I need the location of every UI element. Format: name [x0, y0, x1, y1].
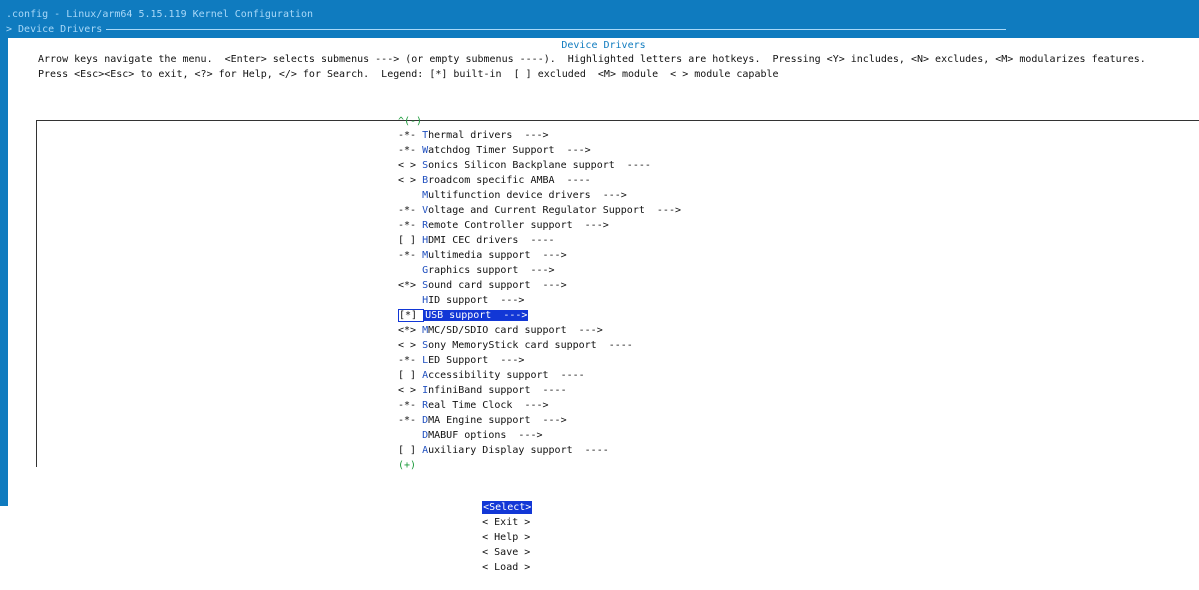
terminal-background: .config - Linux/arm64 5.15.119 Kernel Co… [0, 0, 1199, 573]
menu-item[interactable]: [ ] Auxiliary Display support ---- [398, 443, 681, 458]
select-button[interactable]: <Select> [482, 501, 533, 514]
menu-item-label: raphics support ---> [428, 265, 555, 276]
menu-item-state: <*> [398, 280, 423, 291]
menu-item-state: [*] [398, 309, 425, 322]
menu-item-label: ID support ---> [428, 295, 525, 306]
menu-item-state: < > [398, 385, 423, 396]
save-button[interactable]: < Save > [482, 547, 530, 558]
menu-item[interactable]: -*- Remote Controller support ---> [398, 218, 681, 233]
menu-item-label: eal Time Clock ---> [428, 400, 549, 411]
menu-item[interactable]: <*> MMC/SD/SDIO card support ---> [398, 323, 681, 338]
breadcrumb-label: > Device Drivers [6, 24, 103, 35]
menu-item-label: MC/SD/SDIO card support ---> [428, 325, 603, 336]
menu-item-label: onics Silicon Backplane support ---- [428, 160, 651, 171]
menu-item-state: -*- [398, 400, 423, 411]
menu-item[interactable]: < > Broadcom specific AMBA ---- [398, 173, 681, 188]
menu-item-state: [ ] [398, 370, 423, 381]
menu-item[interactable]: [ ] Accessibility support ---- [398, 368, 681, 383]
menu-item-state: -*- [398, 130, 423, 141]
menu-item-label: ED Support ---> [428, 355, 525, 366]
menu-item[interactable]: -*- Multimedia support ---> [398, 248, 681, 263]
menu-item-label: ultimedia support ---> [428, 250, 567, 261]
menu-item[interactable]: -*- LED Support ---> [398, 353, 681, 368]
menu-item[interactable]: -*- Real Time Clock ---> [398, 398, 681, 413]
breadcrumb: > Device Drivers [6, 22, 1186, 37]
menu-item-label: SB support ---> [431, 310, 528, 321]
menu-item-label: nfiniBand support ---- [428, 385, 567, 396]
menu-item[interactable]: [ ] HDMI CEC drivers ---- [398, 233, 681, 248]
menu-item-label: ony MemoryStick card support ---- [428, 340, 633, 351]
menu-item-label: ultifunction device drivers ---> [428, 190, 627, 201]
menu-list: -*- Thermal drivers ---> -*- Watchdog Tim… [398, 128, 681, 458]
menu-item-state: -*- [398, 250, 423, 261]
menu-item-label: ccessibility support ---- [428, 370, 585, 381]
menu-item-state: -*- [398, 415, 423, 426]
scroll-up-indicator[interactable]: ^(-) [398, 114, 422, 129]
help-text-line-2: Press <Esc><Esc> to exit, <?> for Help, … [38, 69, 779, 80]
help-button[interactable]: < Help > [482, 532, 530, 543]
menu-item-label: atchdog Timer Support ---> [428, 145, 591, 156]
device-drivers-dialog: Device Drivers Arrow keys navigate the m… [8, 38, 1199, 573]
menu-item-state [398, 295, 422, 306]
menu-item-label: roadcom specific AMBA ---- [428, 175, 591, 186]
menu-item-state: < > [398, 340, 423, 351]
scroll-down-indicator[interactable]: (+) [398, 458, 416, 473]
menu-item[interactable]: < > InfiniBand support ---- [398, 383, 681, 398]
menu-item-label: oltage and Current Regulator Support ---… [428, 205, 681, 216]
load-button[interactable]: < Load > [482, 562, 530, 573]
menu-item-highlight: USB support ---> [424, 310, 529, 321]
menu-item-label: emote Controller support ---> [428, 220, 609, 231]
menu-item[interactable]: Graphics support ---> [398, 263, 681, 278]
menu-item-state: [ ] [398, 445, 423, 456]
menu-item-label: hermal drivers ---> [428, 130, 549, 141]
exit-button[interactable]: < Exit > [482, 517, 530, 528]
menu-item-label: ound card support ---> [428, 280, 567, 291]
menu-item-state: -*- [398, 220, 423, 231]
menu-item-label: DMI CEC drivers ---- [428, 235, 555, 246]
help-text-line-1: Arrow keys navigate the menu. <Enter> se… [38, 54, 1146, 65]
menu-item[interactable]: Multifunction device drivers ---> [398, 188, 681, 203]
menu-item-state: -*- [398, 355, 423, 366]
dialog-title: Device Drivers [561, 40, 646, 51]
menu-item[interactable]: -*- DMA Engine support ---> [398, 413, 681, 428]
menu-item[interactable]: < > Sony MemoryStick card support ---- [398, 338, 681, 353]
menu-box-corner [36, 459, 47, 467]
menu-item[interactable]: -*- Thermal drivers ---> [398, 128, 681, 143]
menu-item[interactable]: <*> Sound card support ---> [398, 278, 681, 293]
menu-item[interactable]: < > Sonics Silicon Backplane support ---… [398, 158, 681, 173]
menu-item[interactable]: -*- Watchdog Timer Support ---> [398, 143, 681, 158]
menu-item[interactable]: HID support ---> [398, 293, 681, 308]
menu-item-state: -*- [398, 205, 423, 216]
menu-item-state [398, 190, 422, 201]
menu-item-state [398, 265, 422, 276]
menu-item[interactable]: DMABUF options ---> [398, 428, 681, 443]
menu-item[interactable]: [*] USB support ---> [398, 308, 681, 323]
menu-item-state: [ ] [398, 235, 423, 246]
menu-item-label: MABUF options ---> [428, 430, 543, 441]
window-title: .config - Linux/arm64 5.15.119 Kernel Co… [6, 9, 314, 20]
menu-item-state: < > [398, 175, 423, 186]
button-bar: <Select> < Exit > < Help > < Save > < Lo… [446, 485, 552, 590]
menu-item-label: uxiliary Display support ---- [428, 445, 609, 456]
menu-item-state: -*- [398, 145, 423, 156]
breadcrumb-rule [106, 28, 1007, 30]
menu-item-state [398, 430, 422, 441]
menu-item[interactable]: -*- Voltage and Current Regulator Suppor… [398, 203, 681, 218]
menu-item-state: < > [398, 160, 423, 171]
menu-item-state: <*> [398, 325, 423, 336]
menu-item-label: MA Engine support ---> [428, 415, 567, 426]
